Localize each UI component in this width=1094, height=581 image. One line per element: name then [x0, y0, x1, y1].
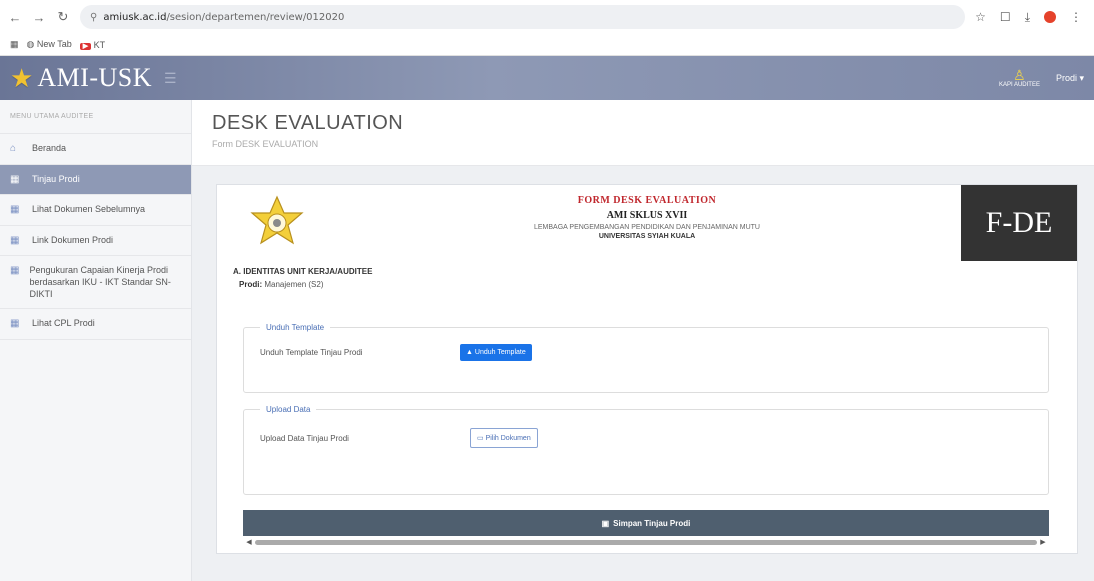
logo-star-icon: ★ [10, 63, 34, 93]
upload-legend: Upload Data [266, 405, 311, 414]
more-menu-icon[interactable]: ⋮ [1070, 10, 1082, 24]
form-banner: FORM DESK EVALUATION AMI SKLUS XVII LEMB… [217, 185, 1077, 261]
sidebar-item-label: Tinjau Prodi [32, 173, 80, 184]
avatar[interactable]: ♙ KAPI AUDITEE [999, 68, 1040, 88]
app-title[interactable]: AMI-USK [37, 63, 152, 93]
prodi-label: Prodi: [239, 280, 263, 289]
form-banner-title: FORM DESK EVALUATION [577, 195, 717, 206]
download-template-button[interactable]: ▲ Unduh Template [460, 344, 532, 361]
page-subtitle: Form DESK EVALUATION [212, 139, 319, 149]
save-icon: ▣ [601, 518, 610, 528]
folder-icon: ▭ [477, 435, 484, 442]
forward-icon[interactable]: → [32, 10, 46, 25]
form-code-badge: F-DE [961, 185, 1077, 261]
scroll-right-icon[interactable]: ▶ [1037, 538, 1049, 546]
prodi-value: Manajemen (S2) [264, 280, 324, 289]
bookmark-star-icon[interactable]: ☆ [975, 10, 986, 24]
sidebar-item-tinjau-prodi[interactable]: ▦ Tinjau Prodi [0, 164, 191, 195]
apps-grid-icon[interactable]: ▦ [10, 39, 19, 50]
sidebar-item-label: Link Dokumen Prodi [32, 234, 114, 245]
identity-section: A. IDENTITAS UNIT KERJA/AUDITEE Prodi: M… [217, 261, 1077, 289]
upload-data-fieldset: Upload Data Upload Data Tinjau Prodi ▭ P… [243, 405, 1049, 495]
choose-document-button[interactable]: ▭ Pilih Dokumen [470, 428, 538, 448]
sidebar: MENU UTAMA AUDITEE ⌂ Beranda ▦ Tinjau Pr… [0, 100, 192, 581]
url-host: amiusk.ac.id [103, 11, 167, 23]
download-icon: ▲ [466, 349, 473, 356]
sidebar-item-beranda[interactable]: ⌂ Beranda [0, 134, 191, 165]
bookmark-new-tab[interactable]: ◍ New Tab [27, 39, 72, 50]
main-content: DESK EVALUATION Form DESK EVALUATION FOR… [192, 100, 1094, 581]
download-row-label: Unduh Template Tinjau Prodi [260, 348, 363, 357]
save-button[interactable]: ▣ Simpan Tinjau Prodi [243, 510, 1049, 536]
form-banner-cycle: AMI SKLUS XVII [606, 210, 688, 221]
menu-toggle-icon[interactable]: ☰ [164, 70, 177, 87]
sidebar-header: MENU UTAMA AUDITEE [0, 100, 191, 134]
identity-title: A. IDENTITAS UNIT KERJA/AUDITEE [233, 267, 373, 276]
form-banner-university: UNIVERSITAS SYIAH KUALA [598, 233, 696, 240]
sidebar-item-lihat-cpl[interactable]: ▦ Lihat CPL Prodi [0, 309, 191, 340]
reload-icon[interactable]: ↻ [56, 9, 70, 25]
url-path: /sesion/departemen/review/012020 [166, 11, 345, 23]
download-template-fieldset: Unduh Template Unduh Template Tinjau Pro… [243, 323, 1049, 393]
sidebar-item-label: Lihat Dokumen Sebelumnya [32, 204, 146, 214]
calendar-icon: ▦ [10, 265, 20, 276]
sidebar-item-lihat-dokumen[interactable]: ▦ Lihat Dokumen Sebelumnya [0, 195, 191, 226]
user-icon: ♙ [1013, 67, 1026, 83]
sidebar-item-label: Beranda [32, 143, 67, 153]
university-seal-icon [250, 195, 304, 245]
download-legend: Unduh Template [266, 323, 325, 332]
page-title: DESK EVALUATION [212, 112, 404, 134]
sidebar-item-label: Lihat CPL Prodi [32, 318, 95, 329]
sidebar-item-label: Pengukuran Capaian Kinerja Prodi berdasa… [29, 265, 171, 300]
extension-icon[interactable] [1044, 11, 1056, 23]
calendar-icon: ▦ [10, 204, 20, 215]
form-banner-institution: LEMBAGA PENGEMBANGAN PENDIDIKAN DAN PENJ… [534, 224, 760, 231]
bookmark-kt[interactable]: ▶ KT [79, 40, 105, 50]
calendar-icon: ▦ [10, 173, 20, 185]
bookmarks-bar: ▦ ◍ New Tab ▶ KT [0, 34, 1094, 56]
scrollbar-thumb[interactable] [255, 539, 1037, 545]
prodi-row: Prodi: Manajemen (S2) [233, 280, 1077, 289]
app-header: ★ AMI-USK ☰ ♙ KAPI AUDITEE Prodi ▾ [0, 56, 1094, 100]
site-info-icon[interactable]: ⚲ [90, 12, 97, 23]
sidebar-item-link-dokumen[interactable]: ▦ Link Dokumen Prodi [0, 226, 191, 256]
download-icon[interactable]: ⤓ [1025, 10, 1030, 25]
calendar-icon: ▦ [10, 234, 20, 246]
home-icon: ⌂ [10, 143, 17, 154]
upload-row-label: Upload Data Tinjau Prodi [260, 433, 349, 443]
address-bar[interactable]: ⚲ amiusk.ac.id /sesion/departemen/review… [80, 5, 966, 29]
tab-search-icon[interactable]: ☐ [1000, 10, 1011, 24]
sidebar-item-pengukuran-capaian[interactable]: ▦ Pengukuran Capaian Kinerja Prodi berda… [0, 256, 191, 310]
page-header: DESK EVALUATION Form DESK EVALUATION [192, 100, 1094, 166]
calendar-icon: ▦ [10, 318, 20, 330]
desk-evaluation-form: FORM DESK EVALUATION AMI SKLUS XVII LEMB… [216, 184, 1078, 554]
back-icon[interactable]: ← [8, 10, 22, 25]
horizontal-scrollbar[interactable]: ◀ ▶ [243, 538, 1049, 546]
browser-toolbar: ← → ↻ ⚲ amiusk.ac.id /sesion/departemen/… [0, 0, 1094, 34]
user-menu[interactable]: Prodi ▾ [1056, 73, 1084, 84]
scroll-left-icon[interactable]: ◀ [243, 538, 255, 546]
